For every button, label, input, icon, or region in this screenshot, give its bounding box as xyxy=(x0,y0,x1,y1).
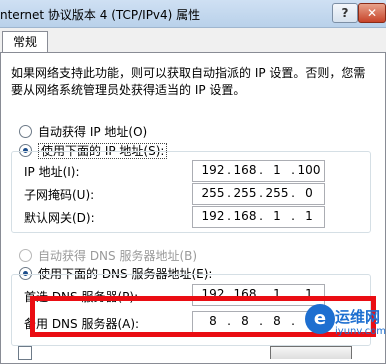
ip-octet: 192 xyxy=(201,163,225,177)
radio-auto-dns-label: 自动获得 DNS 服务器地址(B) xyxy=(38,249,198,263)
dot-separator: . xyxy=(227,163,231,177)
ip-octet: 1 xyxy=(273,163,281,177)
dot-separator: . xyxy=(259,163,263,177)
validate-on-exit-checkbox[interactable] xyxy=(18,346,32,360)
help-button[interactable]: ? xyxy=(332,3,358,23)
subnet-mask-input[interactable]: 255. 255. 255. 0 xyxy=(192,183,325,205)
ip-octet: 168 xyxy=(233,163,257,177)
title-bar: nternet 协议版本 4 (TCP/IPv4) 属性 ? ✕ xyxy=(0,0,386,28)
dot-separator: . xyxy=(227,186,231,200)
ip-address-label: IP 地址(I): xyxy=(24,165,80,179)
dot-separator: . xyxy=(227,209,231,223)
description-text: 如果网络支持此功能，则可以获取自动指派的 IP 设置。否则，您需要从网络系统管理… xyxy=(11,66,366,97)
ip-octet: 0 xyxy=(305,186,313,200)
close-button[interactable]: ✕ xyxy=(358,3,386,23)
ip-octet: 255 xyxy=(201,186,225,200)
watermark: e 运维网 iyunv.com xyxy=(305,300,386,350)
radio-auto-ip-label: 自动获得 IP 地址(O) xyxy=(38,125,148,139)
radio-auto-dns-circle[interactable] xyxy=(19,249,32,262)
ip-octet: 255 xyxy=(265,186,289,200)
dot-separator: . xyxy=(291,163,295,177)
subnet-mask-label: 子网掩码(U): xyxy=(24,188,95,202)
dot-separator: . xyxy=(291,209,295,223)
window-title: nternet 协议版本 4 (TCP/IPv4) 属性 xyxy=(0,8,201,22)
ip-settings-group: IP 地址(I): 192. 168. 1. 100 子网掩码(U): 255.… xyxy=(11,151,371,233)
watermark-logo-icon: e xyxy=(305,304,335,334)
ip-octet: 1 xyxy=(305,209,313,223)
tab-general[interactable]: 常规 xyxy=(2,31,48,54)
watermark-sub-text: iyunv.com xyxy=(335,326,386,337)
radio-auto-dns[interactable]: 自动获得 DNS 服务器地址(B) xyxy=(19,248,197,264)
ip-octet: 255 xyxy=(233,186,257,200)
tab-strip: 常规 xyxy=(0,27,386,54)
ip-address-input[interactable]: 192. 168. 1. 100 xyxy=(192,160,325,182)
default-gateway-input[interactable]: 192. 168. 1. 1 xyxy=(192,206,325,228)
radio-auto-ip-circle[interactable] xyxy=(19,125,32,138)
ip-octet: 1 xyxy=(273,209,281,223)
watermark-main-text: 运维网 xyxy=(335,308,381,326)
radio-auto-ip[interactable]: 自动获得 IP 地址(O) xyxy=(19,124,147,140)
ip-octet: 192 xyxy=(201,209,225,223)
dot-separator: . xyxy=(259,186,263,200)
default-gateway-label: 默认网关(D): xyxy=(24,211,95,225)
dot-separator: . xyxy=(259,209,263,223)
dot-separator: . xyxy=(291,186,295,200)
ip-octet: 168 xyxy=(233,209,257,223)
ip-octet: 100 xyxy=(297,163,321,177)
